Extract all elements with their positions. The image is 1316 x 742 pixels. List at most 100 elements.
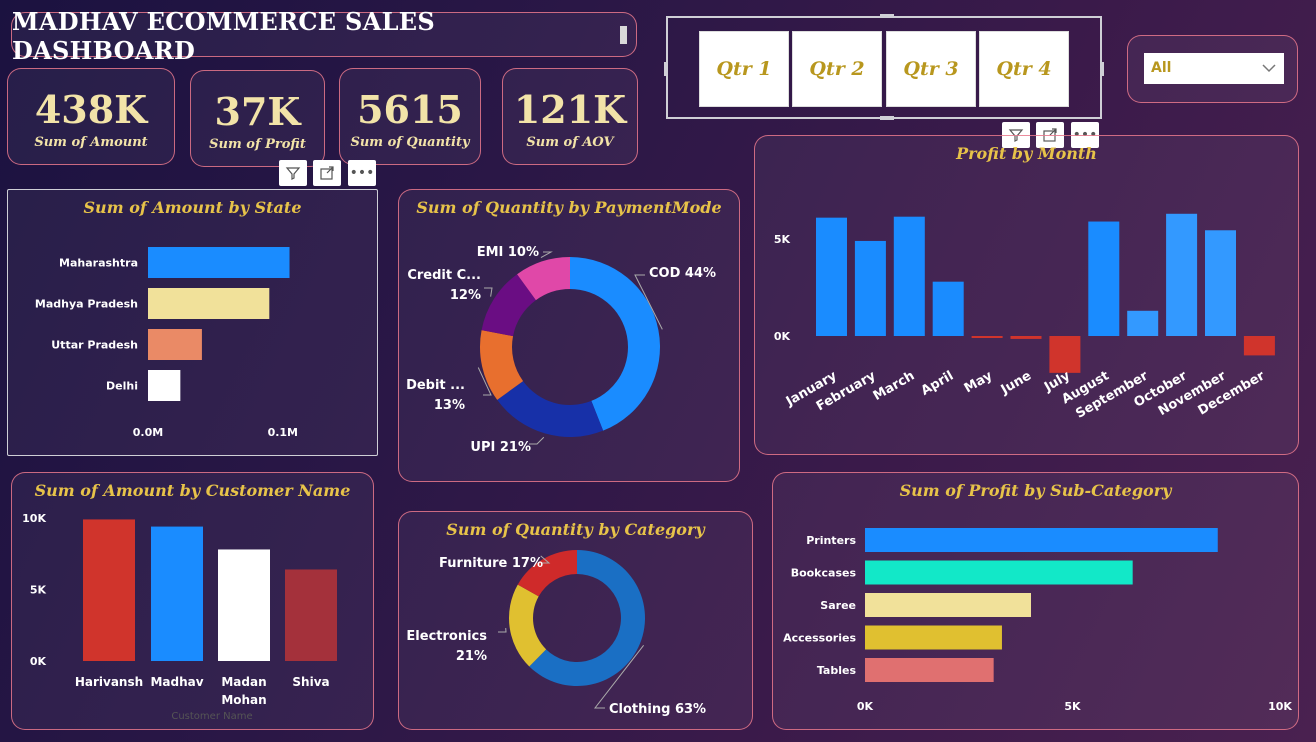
category-chart: Clothing 63% Electronics 21% Furniture 17%	[406, 550, 706, 717]
bar-tables	[865, 658, 994, 682]
y-tick-label: Accessories	[783, 632, 856, 645]
y-tick-label: Maharashtra	[59, 257, 138, 270]
bar-madan-mohan	[218, 549, 270, 661]
bar-december	[1243, 336, 1275, 356]
bar-june	[1010, 336, 1042, 339]
x-tick-label: 5K	[1064, 700, 1081, 713]
category-chart-card: Sum of Quantity by Category Clothing 63%…	[398, 511, 753, 730]
bar-accessories	[865, 625, 1002, 650]
x-tick-label: 0.0M	[133, 426, 163, 439]
slicer-resize-handle[interactable]	[1100, 62, 1104, 76]
state-filter-dropdown[interactable]: All	[1144, 53, 1284, 84]
y-tick-label: 0K	[774, 330, 791, 343]
slice-label: 13%	[434, 398, 465, 413]
leader-line	[498, 628, 507, 633]
category-chart-title: Sum of Quantity by Category	[446, 520, 705, 539]
slice-label: Electronics	[406, 629, 487, 644]
slice-label: 21%	[456, 649, 487, 664]
x-tick-label: May	[962, 368, 996, 396]
payment-chart-card: Sum of Quantity by PaymentMode COD 44% UP…	[398, 189, 740, 482]
kpi-amount-value: 438K	[34, 87, 148, 132]
bar-october	[1166, 213, 1198, 336]
qtr-2-button[interactable]: Qtr 2	[792, 31, 882, 107]
x-tick-label: 0K	[857, 700, 874, 713]
title-card: MADHAV ECOMMERCE SALES DASHBOARD	[11, 7, 637, 65]
slicer-resize-handle[interactable]	[880, 116, 894, 120]
customer-chart-card: Sum of Amount by Customer Name 0K 5K 10K Ha…	[11, 472, 374, 730]
kpi-amount-label: Sum of Amount	[34, 135, 148, 150]
x-tick-label: Mohan	[221, 693, 266, 707]
slice-label: Clothing 63%	[609, 702, 706, 717]
slice-label: Furniture 17%	[439, 556, 543, 571]
slice-label: EMI 10%	[477, 245, 539, 260]
y-tick-label: Bookcases	[791, 567, 857, 580]
bar-july	[1049, 336, 1081, 373]
title-scrollbar[interactable]	[620, 26, 627, 44]
bar-bookcases	[865, 560, 1133, 585]
y-tick-label: Uttar Pradesh	[51, 339, 138, 352]
payment-chart: COD 44% UPI 21% Debit ... 13% Credit C... 12%…	[406, 245, 716, 455]
month-chart-card: Profit by Month 0K 5K January February March…	[754, 135, 1299, 455]
kpi-aov: 121K Sum of AOV	[502, 68, 638, 165]
x-tick-label: April	[919, 368, 957, 398]
bar-madhya-pradesh	[148, 288, 270, 319]
x-axis-title: Customer Name	[171, 711, 252, 722]
subcat-chart-title: Sum of Profit by Sub-Category	[899, 481, 1172, 500]
filter-icon[interactable]	[279, 160, 307, 186]
x-tick-label: 10K	[1268, 700, 1292, 713]
bar-november	[1205, 230, 1236, 336]
bar-january	[816, 217, 847, 336]
y-tick-label: Delhi	[106, 380, 138, 393]
state-chart-title: Sum of Amount by State	[83, 198, 302, 217]
x-tick-label: June	[998, 368, 1034, 398]
bar-may	[971, 336, 1003, 338]
x-tick-label: 0.1M	[268, 426, 298, 439]
leader-line	[529, 436, 545, 445]
focus-mode-icon[interactable]	[313, 160, 341, 186]
bar-september	[1127, 310, 1159, 336]
payment-chart-title: Sum of Quantity by PaymentMode	[416, 198, 722, 217]
kpi-aov-label: Sum of AOV	[526, 135, 614, 150]
y-tick-label: 0K	[30, 655, 47, 668]
y-tick-label: Saree	[820, 599, 856, 612]
bar-maharashtra	[148, 247, 290, 278]
slice-label: UPI 21%	[470, 440, 531, 455]
x-tick-label: Harivansh	[75, 675, 143, 689]
qtr-4-button[interactable]: Qtr 4	[979, 31, 1069, 107]
slice-label: 12%	[450, 288, 481, 303]
chevron-down-icon	[1262, 53, 1276, 96]
customer-chart-title: Sum of Amount by Customer Name	[34, 481, 351, 500]
x-tick-label: Madan	[221, 675, 266, 689]
slice-1	[509, 584, 547, 667]
kpi-profit: 37K Sum of Profit	[190, 70, 325, 167]
more-options-icon[interactable]: •••	[348, 160, 376, 186]
bar-march	[893, 216, 925, 336]
qtr-1-button[interactable]: Qtr 1	[699, 31, 789, 107]
leader-line	[484, 287, 493, 297]
subcat-chart: Printers Bookcases Saree Accessories Tables 0…	[783, 528, 1292, 713]
slice-1	[497, 381, 604, 437]
kpi-quantity-label: Sum of Quantity	[350, 135, 470, 150]
kpi-profit-label: Sum of Profit	[209, 137, 306, 152]
customer-chart: 0K 5K 10K Harivansh Madhav Madan Mohan Shiva Cus…	[22, 512, 337, 722]
bar-august	[1088, 221, 1120, 336]
bar-february	[854, 240, 886, 336]
x-tick-label: March	[871, 368, 918, 404]
slicer-resize-handle[interactable]	[664, 62, 668, 76]
qtr-3-button[interactable]: Qtr 3	[886, 31, 976, 107]
bar-shiva	[285, 569, 337, 661]
slice-label: Credit C...	[407, 268, 481, 283]
kpi-profit-value: 37K	[214, 89, 301, 134]
bar-harivansh	[83, 519, 135, 661]
kpi-aov-value: 121K	[513, 87, 627, 132]
state-chart: Maharashtra Madhya Pradesh Uttar Pradesh De…	[35, 247, 298, 439]
y-tick-label: 10K	[22, 512, 46, 525]
slice-label: Debit ...	[406, 378, 465, 393]
bar-uttar-pradesh	[148, 329, 202, 360]
bar-delhi	[148, 370, 181, 401]
y-tick-label: 5K	[774, 233, 791, 246]
kpi-quantity: 5615 Sum of Quantity	[339, 68, 481, 165]
bar-saree	[865, 593, 1031, 617]
slicer-resize-handle[interactable]	[880, 14, 894, 18]
state-filter-value: All	[1151, 60, 1172, 76]
